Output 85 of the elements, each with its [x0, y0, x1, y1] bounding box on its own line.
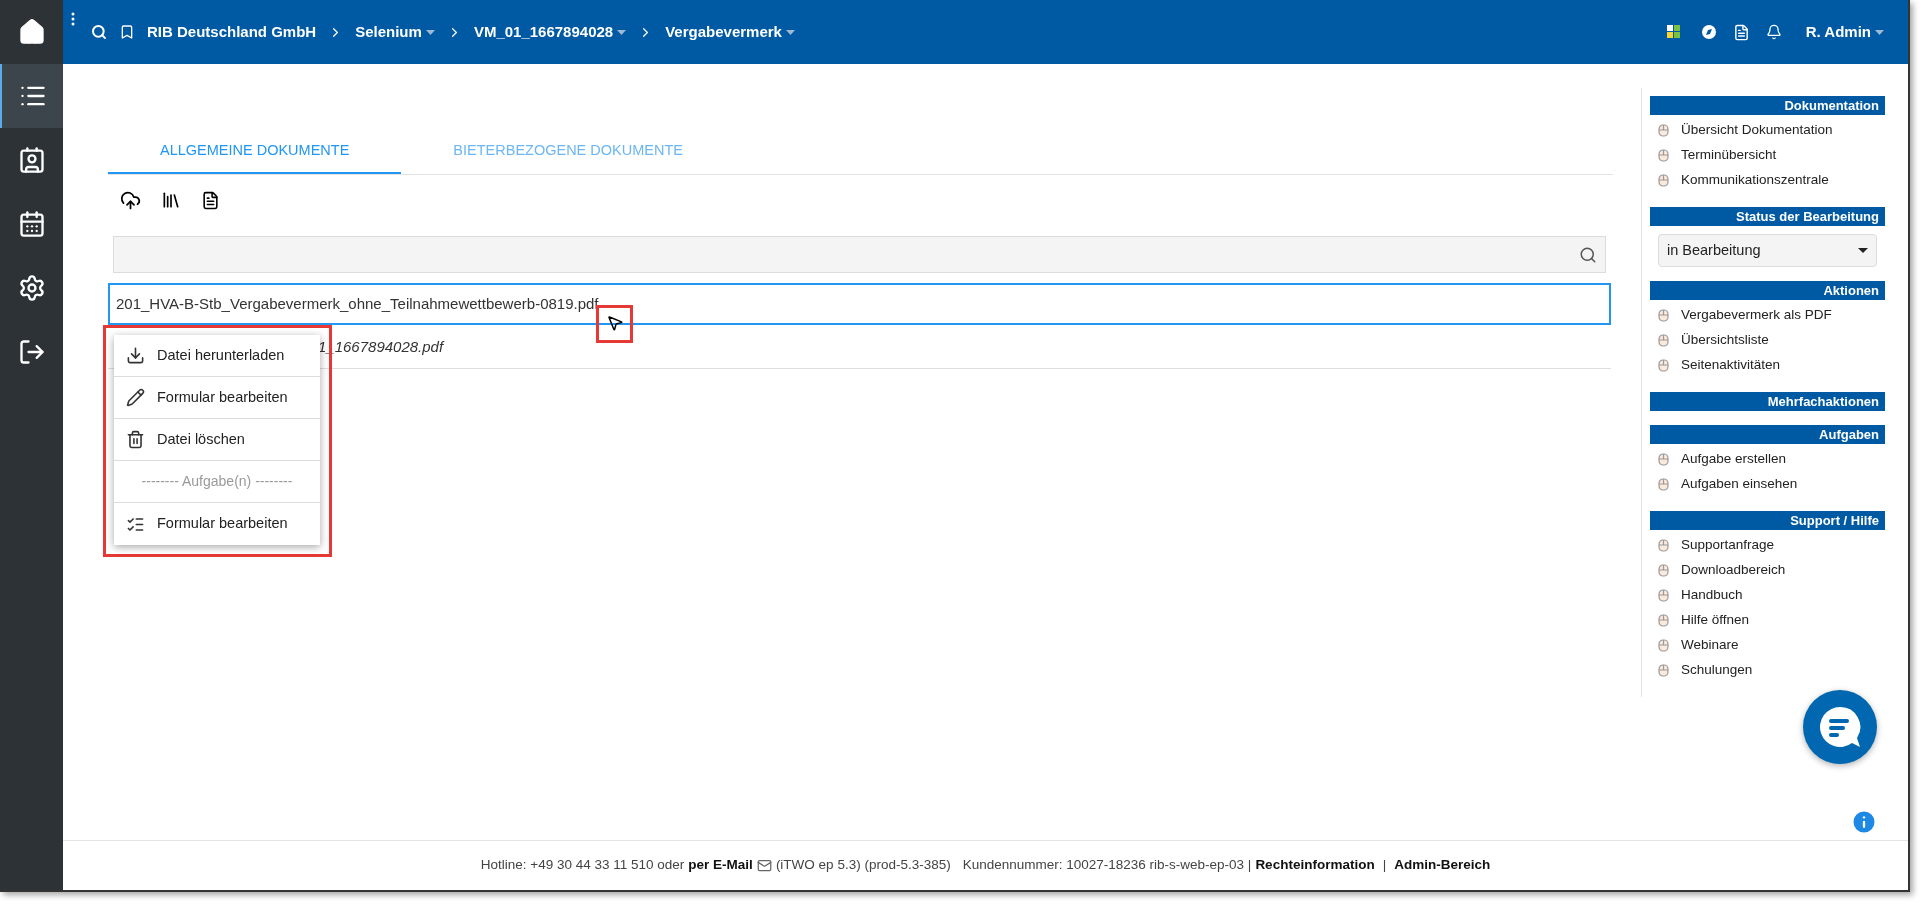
breadcrumb-link[interactable]: Selenium — [355, 20, 435, 44]
footer-link[interactable]: Rechteinformation — [1255, 855, 1375, 876]
caret-icon — [1858, 248, 1868, 253]
mouse-icon — [1658, 478, 1669, 491]
section-header: Aktionen — [1650, 281, 1885, 300]
contact-card-icon — [17, 146, 46, 174]
mouse-icon — [1658, 124, 1669, 137]
pdf-file-icon[interactable] — [201, 190, 220, 210]
sidebar-link[interactable]: Terminübersicht — [1681, 145, 1777, 166]
caret-icon — [785, 29, 795, 35]
version-text: (iTWO ep 5.3) (prod-5.3-385) — [775, 856, 951, 875]
menu-item[interactable]: Datei löschen — [114, 419, 320, 461]
sidebar-link[interactable]: Übersichtsliste — [1681, 330, 1769, 351]
sidebar-link[interactable]: Seitenaktivitäten — [1681, 355, 1781, 376]
status-select[interactable]: in Bearbeitung — [1658, 234, 1877, 267]
mouse-icon — [1658, 334, 1669, 347]
menu-item[interactable]: Formular bearbeiten — [114, 377, 320, 419]
mouse-icon — [1658, 359, 1669, 372]
hotline-text: Hotline: +49 30 44 33 11 510 oder — [480, 856, 685, 875]
mouse-icon — [1658, 539, 1669, 552]
mouse-icon — [1658, 453, 1669, 466]
bookmark-icon[interactable] — [119, 24, 135, 40]
mouse-icon — [1658, 664, 1669, 677]
sidebar-link[interactable]: Handbuch — [1681, 585, 1743, 606]
mouse-icon — [1658, 174, 1669, 187]
sidebar-link[interactable]: Vergabevermerk als PDF — [1681, 305, 1832, 326]
customer-number: Kundennummer: 10027-18236 rib-s-web-ep-03 | — [962, 856, 1252, 875]
cursor-icon — [606, 314, 624, 332]
breadcrumb-link[interactable]: VM_01_1667894028 — [473, 20, 627, 44]
sidebar-link[interactable]: Aufgaben einsehen — [1681, 474, 1798, 495]
breadcrumb-link[interactable]: RIB Deutschland GmbH — [147, 20, 317, 44]
sidebar-link[interactable]: Kommunikationszentrale — [1681, 170, 1829, 191]
mouse-icon — [1658, 639, 1669, 652]
document-icon[interactable] — [1732, 23, 1750, 41]
caret-icon — [617, 29, 627, 35]
mouse-icon — [1658, 309, 1669, 322]
caret-icon — [1875, 29, 1884, 35]
menu-item[interactable]: Formular bearbeiten — [114, 503, 320, 545]
sidebar-link[interactable]: Hilfe öffnen — [1681, 610, 1750, 631]
pencil-icon — [126, 388, 145, 407]
sidebar-link[interactable]: Downloadbereich — [1681, 560, 1786, 581]
home-icon — [17, 18, 46, 46]
breadcrumb-link[interactable]: Vergabevermerk — [665, 20, 795, 44]
trash-icon — [126, 430, 145, 449]
app-grid-icon[interactable] — [1666, 25, 1681, 39]
footer-link[interactable]: Admin-Bereich — [1394, 855, 1491, 876]
search-field[interactable] — [113, 236, 1606, 273]
chat-button[interactable] — [1803, 690, 1877, 764]
caret-icon — [425, 29, 435, 35]
search-icon[interactable] — [1579, 245, 1597, 264]
mouse-icon — [1658, 589, 1669, 602]
sidebar-link[interactable]: Supportanfrage — [1681, 535, 1775, 556]
binders-icon[interactable] — [161, 190, 181, 210]
info-icon[interactable] — [1850, 808, 1878, 836]
user-menu[interactable]: R. Admin — [1805, 20, 1884, 44]
section-header: Dokumentation — [1650, 96, 1885, 115]
section-header: Support / Hilfe — [1650, 511, 1885, 530]
download-icon — [126, 346, 145, 365]
bell-icon[interactable] — [1765, 24, 1782, 40]
mouse-icon — [1658, 564, 1669, 577]
file-row[interactable]: 201_HVA-B-Stb_Vergabevermerk_ohne_Teilnahmewettbewerb-0819.pdf — [108, 283, 1611, 325]
menu-item[interactable]: Datei herunterladen — [114, 335, 320, 377]
search-icon[interactable] — [91, 24, 107, 40]
menu-section-label: -------- Aufgabe(n) -------- — [141, 472, 293, 491]
logout-icon — [17, 338, 46, 366]
kebab-icon[interactable] — [71, 12, 75, 26]
settings-icon — [17, 274, 46, 302]
mouse-icon — [1658, 614, 1669, 627]
separator-text: | — [1382, 856, 1387, 875]
cloud-upload-icon[interactable] — [120, 189, 141, 211]
email-link[interactable]: per E-Mail — [688, 855, 753, 876]
section-header: Status der Bearbeitung — [1650, 207, 1885, 226]
mouse-icon — [1658, 149, 1669, 162]
calendar-icon — [17, 210, 46, 238]
chat-icon — [1817, 704, 1863, 750]
sidebar-link[interactable]: Übersicht Dokumentation — [1681, 120, 1833, 141]
section-header: Aufgaben — [1650, 425, 1885, 444]
sidebar-link[interactable]: Aufgabe erstellen — [1681, 449, 1787, 470]
sidebar-link[interactable]: Schulungen — [1681, 660, 1753, 681]
mail-icon — [756, 858, 772, 873]
nav-item[interactable] — [0, 64, 63, 128]
sidebar-link[interactable]: Webinare — [1681, 635, 1739, 656]
compass-icon[interactable] — [1700, 24, 1717, 40]
section-header: Mehrfachaktionen — [1650, 392, 1885, 411]
file-name: 201_HVA-B-Stb_Vergabevermerk_ohne_Teilnahmewettbewerb-0819.pdf — [116, 293, 599, 314]
